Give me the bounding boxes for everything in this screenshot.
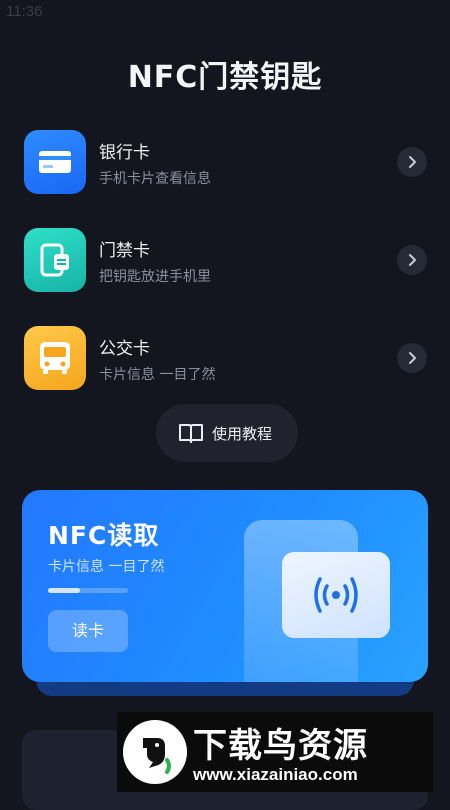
book-icon <box>178 421 204 449</box>
list-item-bus-card[interactable]: 公交卡 卡片信息 一目了然 <box>0 322 450 394</box>
nfc-read-card[interactable]: NFC读取 卡片信息 一目了然 读卡 <box>22 490 428 682</box>
credit-card-icon <box>24 130 86 194</box>
card-subtitle: 手机卡片查看信息 <box>99 171 211 187</box>
bird-logo-icon <box>123 720 187 784</box>
card-title: 公交卡 <box>99 339 150 359</box>
card-title: 门禁卡 <box>99 241 150 261</box>
progress-bar <box>48 588 128 593</box>
nfc-read-title: NFC读取 <box>48 521 160 550</box>
status-bar: 11:36 <box>0 0 450 28</box>
watermark-title: 下载鸟资源 <box>193 726 368 766</box>
card-subtitle: 卡片信息 一目了然 <box>99 367 216 383</box>
nfc-signal-icon <box>282 552 390 638</box>
card-title: 银行卡 <box>99 143 150 163</box>
progress-fill <box>48 588 80 593</box>
chevron-right-icon[interactable] <box>397 343 427 373</box>
list-item-access-card[interactable]: 门禁卡 把钥匙放进手机里 <box>0 224 450 296</box>
read-card-button[interactable]: 读卡 <box>48 610 128 652</box>
status-time: 11:36 <box>6 3 43 20</box>
page-title: NFC门禁钥匙 <box>127 60 323 95</box>
tutorial-button[interactable]: 使用教程 <box>156 404 298 462</box>
chevron-right-icon[interactable] <box>397 245 427 275</box>
access-card-icon <box>24 228 86 292</box>
list-item-bank-card[interactable]: 银行卡 手机卡片查看信息 <box>0 126 450 198</box>
nfc-read-subtitle: 卡片信息 一目了然 <box>48 559 165 575</box>
watermark: 下载鸟资源 www.xiazainiao.com <box>117 712 433 792</box>
chevron-right-icon[interactable] <box>397 147 427 177</box>
bus-icon <box>24 326 86 390</box>
tutorial-label: 使用教程 <box>212 425 273 443</box>
watermark-url: www.xiazainiao.com <box>193 765 358 784</box>
card-subtitle: 把钥匙放进手机里 <box>99 269 211 285</box>
